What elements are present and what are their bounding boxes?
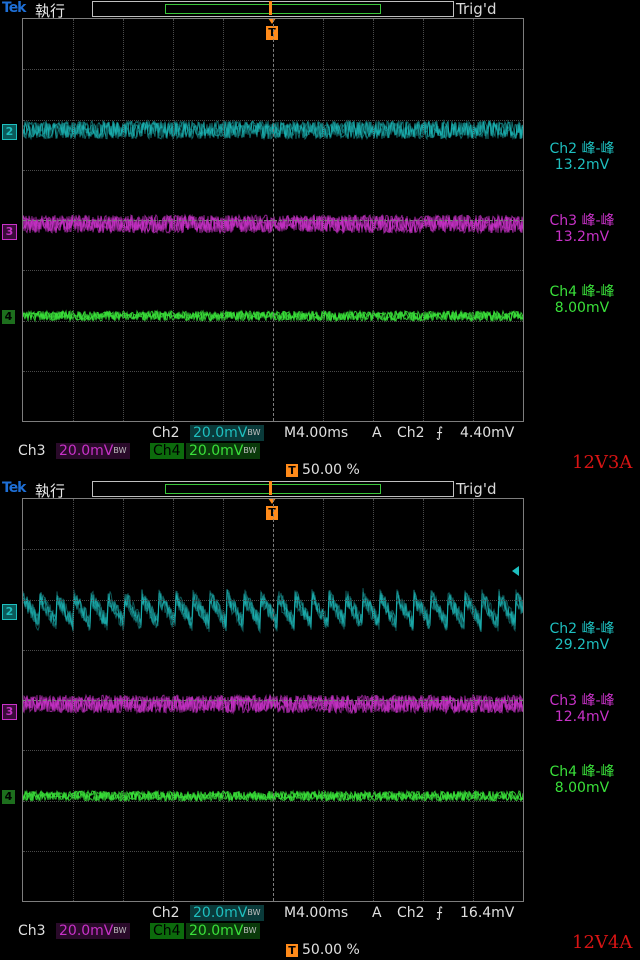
timebase[interactable]: M4.00ms xyxy=(284,425,348,441)
trigger-prefix: A xyxy=(372,425,382,441)
graticule xyxy=(22,498,524,902)
measurement-value: 13.2mV xyxy=(554,157,610,173)
ch4-scale[interactable]: 20.0mVBW xyxy=(186,443,260,459)
measurement-value: 8.00mV xyxy=(554,780,610,796)
measurement-ch4-pk2pk: Ch4 峰-峰 8.00mV xyxy=(527,764,637,796)
trigger-t-icon: T xyxy=(286,944,298,957)
measurement-ch3-pk2pk: Ch3 峰-峰 12.4mV xyxy=(527,693,637,725)
ch3-scale-value: 20.0mV xyxy=(59,443,114,459)
scope-panel-12v4a: Tek 執行 Trig'd T 2 3 4 Ch2 峰-峰 29.2mV Ch3… xyxy=(0,480,640,960)
measurement-label: Ch4 峰-峰 xyxy=(549,284,615,300)
ch4-status-label: Ch4 xyxy=(150,443,184,459)
trigger-source[interactable]: Ch2 xyxy=(397,905,425,921)
ch2-ground-marker[interactable]: 2 xyxy=(2,124,17,140)
center-axis-horizontal xyxy=(23,220,523,221)
trigger-level-arrow-icon[interactable] xyxy=(512,566,519,576)
measurement-ch4-pk2pk: Ch4 峰-峰 8.00mV xyxy=(527,284,637,316)
ch3-ground-marker[interactable]: 3 xyxy=(2,704,17,720)
ch4-ground-marker[interactable]: 4 xyxy=(2,790,15,804)
record-view-bar xyxy=(92,481,454,497)
rising-edge-icon: ⨍ xyxy=(436,905,444,921)
ch3-status-label: Ch3 xyxy=(18,923,46,939)
measurement-ch2-pk2pk: Ch2 峰-峰 13.2mV xyxy=(527,141,637,173)
trigger-status: Trig'd xyxy=(456,0,497,18)
ch2-scale-value: 20.0mV xyxy=(193,425,248,441)
measurement-label: Ch4 峰-峰 xyxy=(549,764,615,780)
record-trigger-marker xyxy=(269,1,272,15)
measurement-value: 8.00mV xyxy=(554,300,610,316)
measurement-value: 29.2mV xyxy=(554,637,610,653)
ch2-ground-marker[interactable]: 2 xyxy=(2,604,17,620)
trigger-level[interactable]: 16.4mV xyxy=(460,905,514,921)
ch3-scale-value: 20.0mV xyxy=(59,923,114,939)
ch4-scale-value: 20.0mV xyxy=(189,443,244,459)
measurement-value: 12.4mV xyxy=(554,709,610,725)
ch4-ground-marker[interactable]: 4 xyxy=(2,310,15,324)
brand-logo: Tek xyxy=(2,0,26,16)
ch2-scale[interactable]: 20.0mVBW xyxy=(190,905,264,921)
caption-label: 12V3A xyxy=(572,452,633,473)
ch3-status-label: Ch3 xyxy=(18,443,46,459)
ch4-bw-icon: BW xyxy=(243,446,257,455)
rising-edge-icon: ⨍ xyxy=(436,425,444,441)
measurement-label: Ch3 峰-峰 xyxy=(549,213,615,229)
caption-label: 12V4A xyxy=(572,932,633,953)
center-axis-horizontal xyxy=(23,700,523,701)
timebase[interactable]: M4.00ms xyxy=(284,905,348,921)
ch3-scale[interactable]: 20.0mVBW xyxy=(56,923,130,939)
trigger-t-icon: T xyxy=(286,464,298,477)
ch2-scale-value: 20.0mV xyxy=(193,905,248,921)
ch4-bw-icon: BW xyxy=(243,926,257,935)
brand-logo: Tek xyxy=(2,480,26,496)
ch3-bw-icon: BW xyxy=(113,446,127,455)
trigger-position-readout[interactable]: T 50.00 % xyxy=(286,942,360,958)
ch4-scale[interactable]: 20.0mVBW xyxy=(186,923,260,939)
ch3-bw-icon: BW xyxy=(113,926,127,935)
ch2-bw-icon: BW xyxy=(247,908,261,917)
measurement-ch2-pk2pk: Ch2 峰-峰 29.2mV xyxy=(527,621,637,653)
record-view-bar xyxy=(92,1,454,17)
record-window xyxy=(165,4,381,14)
ch4-status-label: Ch4 xyxy=(150,923,184,939)
ch3-scale[interactable]: 20.0mVBW xyxy=(56,443,130,459)
trigger-source[interactable]: Ch2 xyxy=(397,425,425,441)
measurement-label: Ch2 峰-峰 xyxy=(549,621,615,637)
measurement-ch3-pk2pk: Ch3 峰-峰 13.2mV xyxy=(527,213,637,245)
trigger-prefix: A xyxy=(372,905,382,921)
trigger-position-value: 50.00 % xyxy=(302,462,360,478)
graticule xyxy=(22,18,524,422)
trigger-status: Trig'd xyxy=(456,480,497,498)
trigger-position-value: 50.00 % xyxy=(302,942,360,958)
scope-header: Tek 執行 Trig'd xyxy=(0,0,640,20)
measurement-value: 13.2mV xyxy=(554,229,610,245)
measurement-label: Ch2 峰-峰 xyxy=(549,141,615,157)
scope-panel-12v3a: Tek 執行 Trig'd T 2 3 4 Ch2 峰-峰 13.2mV Ch3… xyxy=(0,0,640,480)
ch3-ground-marker[interactable]: 3 xyxy=(2,224,17,240)
ch2-status-label: Ch2 xyxy=(152,425,180,441)
ch4-scale-value: 20.0mV xyxy=(189,923,244,939)
record-window xyxy=(165,484,381,494)
trigger-level[interactable]: 4.40mV xyxy=(460,425,514,441)
ch2-bw-icon: BW xyxy=(247,428,261,437)
trigger-position-readout[interactable]: T 50.00 % xyxy=(286,462,360,478)
record-trigger-marker xyxy=(269,481,272,495)
ch2-status-label: Ch2 xyxy=(152,905,180,921)
measurement-label: Ch3 峰-峰 xyxy=(549,693,615,709)
ch2-scale[interactable]: 20.0mVBW xyxy=(190,425,264,441)
scope-header: Tek 執行 Trig'd xyxy=(0,480,640,500)
